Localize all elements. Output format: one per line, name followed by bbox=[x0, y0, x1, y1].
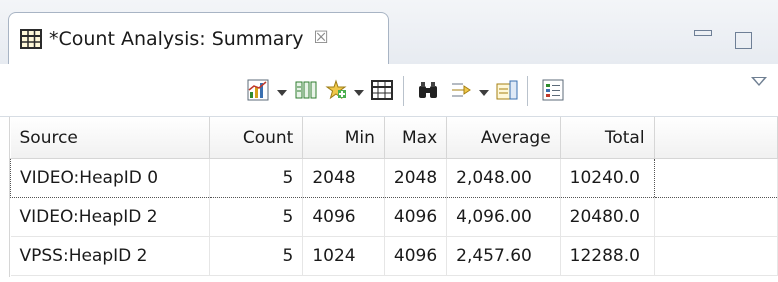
cell-max: 4096 bbox=[384, 197, 448, 237]
cell-max: 2048 bbox=[384, 158, 448, 198]
table-row[interactable]: VIDEO:HeapID 0 5 2048 2048 2,048.00 1024… bbox=[10, 158, 778, 198]
maximize-icon[interactable] bbox=[735, 32, 752, 49]
cell-count: 5 bbox=[209, 158, 304, 198]
cell-total: 20480.0 bbox=[560, 197, 655, 237]
cell-min: 4096 bbox=[302, 197, 385, 237]
find-icon[interactable] bbox=[416, 78, 440, 102]
cell-filler bbox=[654, 158, 778, 198]
legend-icon[interactable] bbox=[541, 78, 565, 102]
cell-total: 12288.0 bbox=[560, 236, 655, 276]
table-header-row: Source Count Min Max Average Total bbox=[10, 117, 778, 159]
group-dropdown-arrow[interactable] bbox=[479, 90, 489, 96]
cell-average: 4,096.00 bbox=[446, 197, 561, 237]
tab-title: *Count Analysis: Summary bbox=[49, 27, 304, 50]
editor-tab-strip: *Count Analysis: Summary ☒ bbox=[0, 0, 778, 65]
column-chooser-icon[interactable] bbox=[294, 78, 318, 102]
column-header-filler bbox=[654, 117, 778, 159]
close-icon[interactable]: ☒ bbox=[314, 30, 329, 47]
cell-total: 10240.0 bbox=[560, 158, 655, 198]
table-row[interactable]: VIDEO:HeapID 2 5 4096 4096 4,096.00 2048… bbox=[10, 197, 778, 237]
cell-filler bbox=[654, 197, 778, 237]
view-toolbar bbox=[0, 64, 778, 117]
column-header-max[interactable]: Max bbox=[384, 117, 448, 159]
tab-count-analysis-summary[interactable]: *Count Analysis: Summary ☒ bbox=[8, 12, 389, 64]
minimize-icon[interactable] bbox=[694, 30, 712, 36]
chart-dropdown-arrow[interactable] bbox=[277, 90, 287, 96]
export-icon[interactable] bbox=[495, 78, 519, 102]
group-arrow-icon[interactable] bbox=[449, 78, 473, 102]
cell-min: 1024 bbox=[302, 236, 385, 276]
column-header-count[interactable]: Count bbox=[209, 117, 304, 159]
cell-min: 2048 bbox=[302, 158, 385, 198]
column-header-source[interactable]: Source bbox=[10, 117, 210, 159]
toolbar-separator bbox=[527, 76, 528, 106]
summary-table-area: Source Count Min Max Average Total VIDEO… bbox=[0, 117, 778, 282]
cell-source: VPSS:HeapID 2 bbox=[10, 236, 210, 276]
column-header-total[interactable]: Total bbox=[560, 117, 655, 159]
cell-max: 4096 bbox=[384, 236, 448, 276]
table-grid-icon bbox=[20, 28, 42, 49]
chart-icon[interactable] bbox=[246, 78, 270, 102]
table-row[interactable]: VPSS:HeapID 2 5 1024 4096 2,457.60 12288… bbox=[10, 236, 778, 276]
toolbar-separator bbox=[403, 76, 404, 106]
add-filter-icon[interactable] bbox=[324, 78, 348, 102]
cell-average: 2,457.60 bbox=[446, 236, 561, 276]
column-header-average[interactable]: Average bbox=[446, 117, 561, 159]
cell-count: 5 bbox=[209, 236, 304, 276]
cell-source: VIDEO:HeapID 0 bbox=[10, 158, 210, 198]
cell-count: 5 bbox=[209, 197, 304, 237]
cell-filler bbox=[654, 236, 778, 276]
cell-average: 2,048.00 bbox=[446, 158, 561, 198]
column-header-min[interactable]: Min bbox=[302, 117, 385, 159]
view-menu-caret-icon[interactable] bbox=[751, 77, 767, 86]
cell-source: VIDEO:HeapID 2 bbox=[10, 197, 210, 237]
summary-table: Source Count Min Max Average Total VIDEO… bbox=[10, 117, 778, 276]
table-view-icon[interactable] bbox=[370, 78, 394, 102]
add-filter-dropdown-arrow[interactable] bbox=[354, 90, 364, 96]
